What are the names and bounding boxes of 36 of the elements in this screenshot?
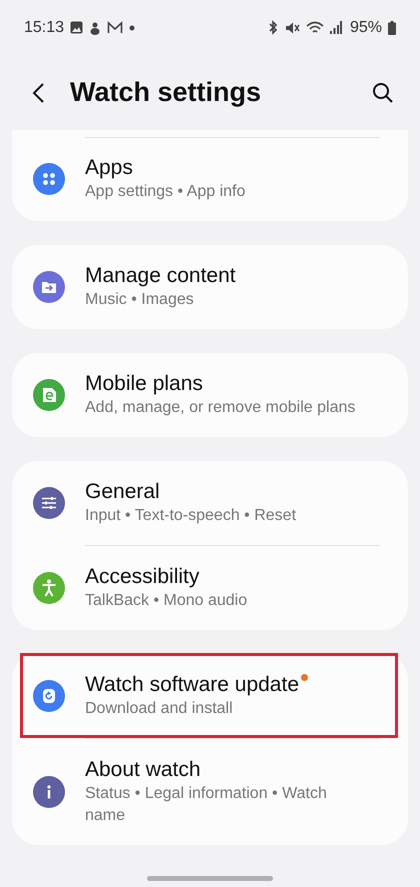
item-subtitle: App settings • App info (85, 182, 246, 202)
page-title: Watch settings (70, 77, 262, 108)
item-subtitle: Add, manage, or remove mobile plans (85, 398, 356, 418)
item-subtitle: Music • Images (85, 290, 195, 310)
bluetooth-icon (266, 20, 279, 35)
mute-icon (284, 20, 300, 34)
battery-level: 95% (350, 18, 382, 36)
settings-item[interactable]: Accessibility TalkBack • Mono audio (12, 546, 408, 630)
figure-icon (89, 20, 102, 34)
item-title: Mobile plans (85, 371, 203, 397)
item-subtitle: TalkBack • Mono audio (85, 591, 248, 611)
settings-item[interactable]: Apps App settings • App info (12, 138, 408, 221)
item-title: Watch software update (85, 672, 299, 698)
search-icon (372, 82, 394, 104)
settings-item[interactable]: Manage content Music • Images (12, 245, 408, 329)
settings-item[interactable]: Watch software update Download and install (12, 654, 408, 738)
item-title: General (85, 479, 160, 505)
item-title: Manage content (85, 263, 236, 289)
wifi-icon (306, 20, 324, 34)
item-subtitle: Input • Text-to-speech • Reset (85, 506, 296, 526)
settings-item[interactable]: About watch Status • Legal information • Watch name (12, 739, 408, 845)
signal-icon (330, 21, 342, 34)
item-subtitle: Status • Legal information • Watch name (85, 784, 328, 826)
item-title: Apps (85, 155, 133, 181)
home-handle[interactable] (147, 876, 273, 881)
battery-icon (388, 20, 396, 34)
settings-item[interactable]: Mobile plans Add, manage, or remove mobile plans (12, 353, 408, 437)
item-subtitle: Download and install (85, 699, 234, 719)
dot-icon (129, 24, 136, 30)
mail-icon (107, 21, 124, 34)
clock-time: 15:13 (24, 18, 64, 36)
settings-item[interactable]: General Input • Text-to-speech • Reset (12, 461, 408, 545)
back-icon (32, 82, 46, 104)
image-icon (70, 21, 84, 34)
item-title: About watch (85, 757, 201, 783)
item-title: Accessibility (85, 564, 200, 590)
